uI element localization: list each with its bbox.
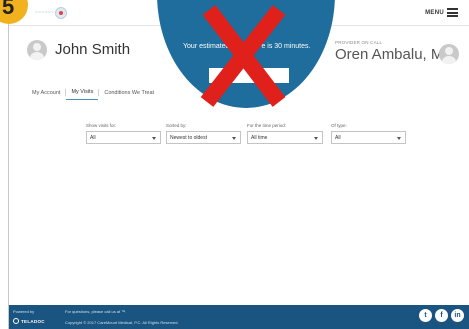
powered-by-label: Powered by (13, 309, 35, 314)
user-avatar[interactable] (27, 40, 47, 60)
filter-sorted-by: Sorted by: Newest to oldest (166, 123, 241, 144)
account-tabs: My Account My Visits Conditions We Treat (27, 89, 159, 100)
show-visits-select[interactable]: All (86, 131, 161, 144)
red-x-overlay-icon (200, 5, 286, 107)
logo-wordmark: ~~~~~~ (35, 10, 54, 16)
select-value: All (90, 135, 96, 141)
caret-down-icon (397, 137, 401, 140)
filter-show-visits-for: Show visits for: All (86, 123, 161, 144)
caret-down-icon (152, 137, 156, 140)
filter-label: Of type: (331, 123, 347, 128)
tab-conditions-we-treat[interactable]: Conditions We Treat (99, 90, 159, 100)
logo-mark-icon (54, 7, 67, 19)
step-number: 5 (2, 0, 15, 19)
social-links: t f in (419, 309, 464, 322)
tab-my-visits[interactable]: My Visits (66, 89, 99, 100)
footer: Powered by TELADOC For questions, please… (9, 305, 469, 329)
linkedin-icon[interactable]: in (451, 309, 464, 322)
provider-label: PROVIDER ON CALL (335, 40, 383, 45)
select-value: All time (251, 135, 268, 141)
facebook-icon[interactable]: f (435, 309, 448, 322)
sorted-by-select[interactable]: Newest to oldest (166, 131, 241, 144)
teladoc-wordmark: TELADOC (21, 318, 45, 324)
caret-down-icon (232, 137, 236, 140)
teladoc-mark-icon (13, 318, 19, 324)
select-value: Newest to oldest (170, 135, 207, 141)
user-name: John Smith (55, 41, 131, 58)
type-select[interactable]: All (331, 131, 406, 144)
tab-my-account[interactable]: My Account (27, 90, 65, 100)
menu-label: MENU (425, 9, 444, 16)
filter-label: For the time period: (247, 123, 287, 128)
footer-copyright: Copyright © 2017 CareMount Medical, P.C.… (65, 320, 179, 325)
menu-button[interactable]: MENU (425, 8, 458, 17)
twitter-icon[interactable]: t (419, 309, 432, 322)
select-value: All (335, 135, 341, 141)
provider-name: Oren Ambalu, MD (335, 46, 455, 63)
filter-label: Sorted by: (166, 123, 187, 128)
caremount-logo[interactable]: ~~~~~~ (35, 6, 67, 20)
footer-questions: For questions, please call us at ™. (65, 309, 127, 314)
filter-of-type: Of type: All (331, 123, 406, 144)
time-period-select[interactable]: All time (247, 131, 323, 144)
caret-down-icon (314, 137, 318, 140)
hamburger-icon (447, 8, 458, 17)
teladoc-logo[interactable]: TELADOC (13, 318, 45, 324)
filter-label: Show visits for: (86, 123, 117, 128)
app-frame: ~~~~~~ MENU John Smith PROVIDER ON CALL … (8, 0, 469, 329)
filter-time-period: For the time period: All time (247, 123, 323, 144)
provider-avatar[interactable] (439, 44, 459, 64)
